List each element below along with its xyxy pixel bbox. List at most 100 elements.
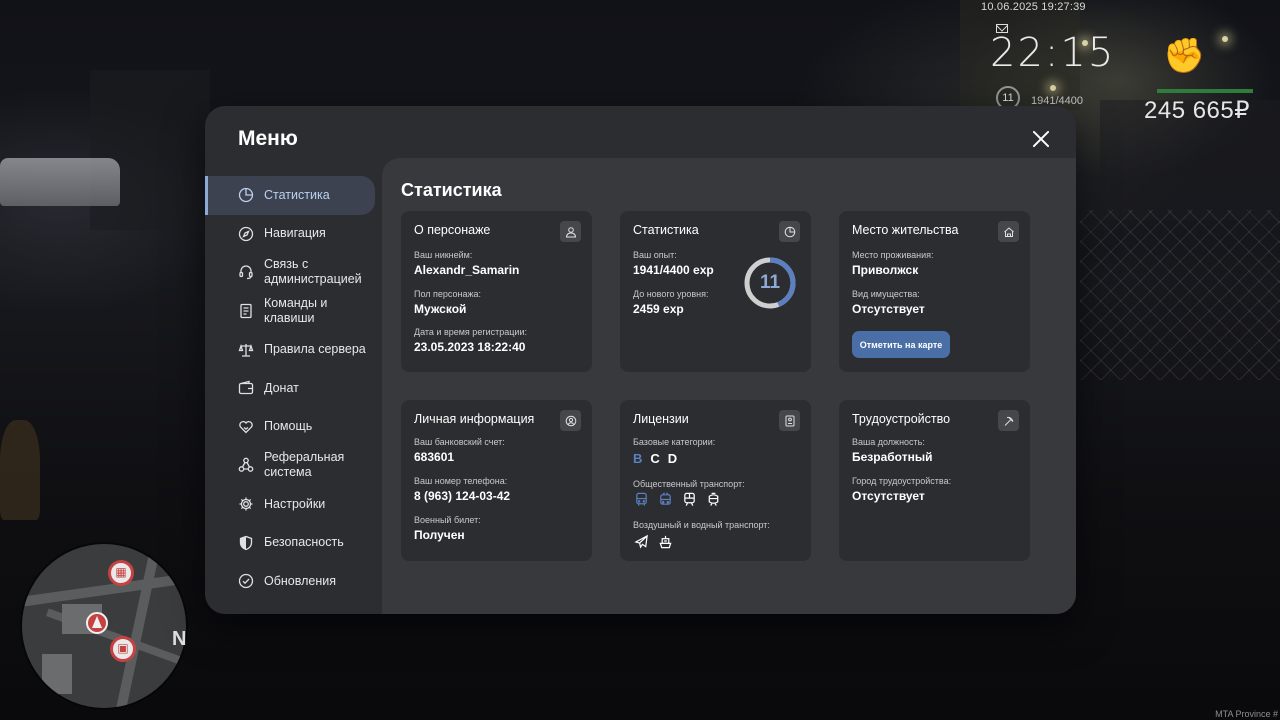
boat-icon	[657, 533, 673, 549]
military-id-value: Получен	[414, 528, 465, 542]
card-personal-info: Личная информация Ваш банковский счет: 6…	[401, 400, 592, 561]
sidebar-item-donate[interactable]: Донат	[205, 369, 381, 408]
sidebar-item-security[interactable]: Безопасность	[205, 523, 381, 562]
card-character: О персонаже Ваш никнейм: Alexandr_Samari…	[401, 211, 592, 372]
scales-icon	[238, 342, 254, 358]
card-title: Лицензии	[633, 412, 689, 426]
basic-categories-label: Базовые категории:	[633, 437, 716, 447]
phone-value: 8 (963) 124-03-42	[414, 489, 511, 503]
card-title: Статистика	[633, 223, 699, 237]
server-watermark: MTA Province #	[1215, 709, 1278, 719]
air-water-transport-icons	[633, 533, 673, 549]
minimap-vehicle-marker-icon: ▣	[110, 636, 136, 662]
sidebar-item-label: Безопасность	[264, 535, 344, 550]
sidebar-item-updates[interactable]: Обновления	[205, 562, 381, 601]
public-transport-icons	[633, 491, 721, 507]
user-icon[interactable]	[560, 221, 581, 242]
sidebar-item-settings[interactable]: Настройки	[205, 485, 381, 524]
job-position-label: Ваша должность:	[852, 437, 925, 447]
job-position-value: Безработный	[852, 450, 933, 464]
license-category: B	[633, 451, 643, 466]
level-value: 11	[759, 272, 781, 293]
menu-window: Меню Статистика Навигация Связь с админи…	[205, 106, 1076, 614]
sidebar-item-help[interactable]: Помощь	[205, 408, 381, 447]
minimap-player-arrow-icon	[86, 612, 108, 634]
next-level-value: 2459 exp	[633, 302, 684, 316]
minimap-north-indicator: N	[172, 628, 187, 650]
health-bar	[1157, 89, 1253, 93]
wallet-icon	[238, 380, 254, 396]
document-icon	[238, 303, 254, 319]
sidebar-item-label: Связь с администрацией	[264, 257, 362, 287]
sidebar-item-label: Помощь	[264, 419, 313, 434]
license-category: C	[650, 451, 660, 466]
exp-label: Ваш опыт:	[633, 250, 677, 260]
minimap-building-marker-icon: ▦	[108, 560, 134, 586]
card-title: Трудоустройство	[852, 412, 951, 426]
bank-account-label: Ваш банковский счет:	[414, 437, 505, 447]
hud-money: 245 665₽	[1144, 97, 1251, 124]
air-water-transport-label: Воздушный и водный транспорт:	[633, 520, 770, 530]
sidebar-item-label: Реферальная система	[264, 450, 345, 480]
public-transport-label: Общественный транспорт:	[633, 479, 745, 489]
pickaxe-icon[interactable]	[998, 410, 1019, 431]
user-circle-icon[interactable]	[560, 410, 581, 431]
phone-label: Ваш номер телефона:	[414, 476, 508, 486]
gear-icon	[238, 496, 254, 512]
card-residence: Место жительства Место проживания: Приво…	[839, 211, 1030, 372]
home-icon[interactable]	[998, 221, 1019, 242]
sidebar-item-server-rules[interactable]: Правила сервера	[205, 330, 381, 369]
sidebar-item-statistics[interactable]: Статистика	[205, 176, 375, 215]
card-title: Личная информация	[414, 412, 535, 426]
card-statistics: Статистика Ваш опыт: 1941/4400 exp До но…	[620, 211, 811, 372]
mark-on-map-button[interactable]: Отметить на карте	[852, 331, 950, 358]
compass-icon	[238, 226, 254, 242]
gender-value: Мужской	[414, 302, 467, 316]
registration-label: Дата и время регистрации:	[414, 327, 527, 337]
tram-icon	[705, 491, 721, 507]
card-title: Место жительства	[852, 223, 959, 237]
license-categories: B C D	[633, 451, 677, 466]
fist-icon: ✊	[1163, 37, 1206, 75]
place-value: Приволжск	[852, 263, 919, 277]
property-value: Отсутствует	[852, 302, 925, 316]
sidebar-item-label: Команды и клавиши	[264, 296, 328, 326]
bank-account-value: 683601	[414, 450, 455, 464]
sidebar-item-navigation[interactable]: Навигация	[205, 215, 381, 254]
id-card-icon[interactable]	[779, 410, 800, 431]
military-id-label: Военный билет:	[414, 515, 481, 525]
nickname-value: Alexandr_Samarin	[414, 263, 520, 277]
sidebar-item-label: Обновления	[264, 573, 336, 588]
airplane-icon	[633, 533, 649, 549]
train-icon	[681, 491, 697, 507]
property-label: Вид имущества:	[852, 289, 920, 299]
shield-icon	[238, 535, 254, 551]
next-level-label: До нового уровня:	[633, 289, 709, 299]
job-city-label: Город трудоустройства:	[852, 476, 952, 486]
sidebar-item-admin-contact[interactable]: Связь с администрацией	[205, 253, 381, 292]
sidebar-item-label: Донат	[264, 380, 299, 395]
sidebar-item-label: Правила сервера	[264, 342, 366, 357]
license-category: D	[667, 451, 678, 466]
sidebar-item-referral[interactable]: Реферальная система	[205, 446, 381, 485]
card-title: О персонаже	[414, 223, 491, 237]
menu-title: Меню	[238, 127, 298, 150]
sidebar-item-commands[interactable]: Команды и клавиши	[205, 292, 381, 331]
trolleybus-icon	[657, 491, 673, 507]
nickname-label: Ваш никнейм:	[414, 250, 473, 260]
bus-icon	[633, 491, 649, 507]
menu-sidebar: Статистика Навигация Связь с администрац…	[205, 176, 381, 601]
exp-value: 1941/4400 exp	[633, 263, 714, 277]
chart-pie-icon[interactable]	[779, 221, 800, 242]
place-label: Место проживания:	[852, 250, 934, 260]
close-icon[interactable]	[1030, 128, 1052, 150]
page-title: Статистика	[401, 180, 502, 200]
hud-datetime: 10.06.2025 19:27:39	[981, 1, 1086, 13]
hud-clock: 22:15	[990, 30, 1116, 76]
chart-pie-icon	[238, 187, 254, 203]
heart-hand-icon	[238, 419, 254, 435]
card-licenses: Лицензии Базовые категории: B C D Общест…	[620, 400, 811, 561]
headset-icon	[238, 264, 254, 280]
sidebar-item-label: Навигация	[264, 226, 326, 241]
network-icon	[238, 457, 254, 473]
